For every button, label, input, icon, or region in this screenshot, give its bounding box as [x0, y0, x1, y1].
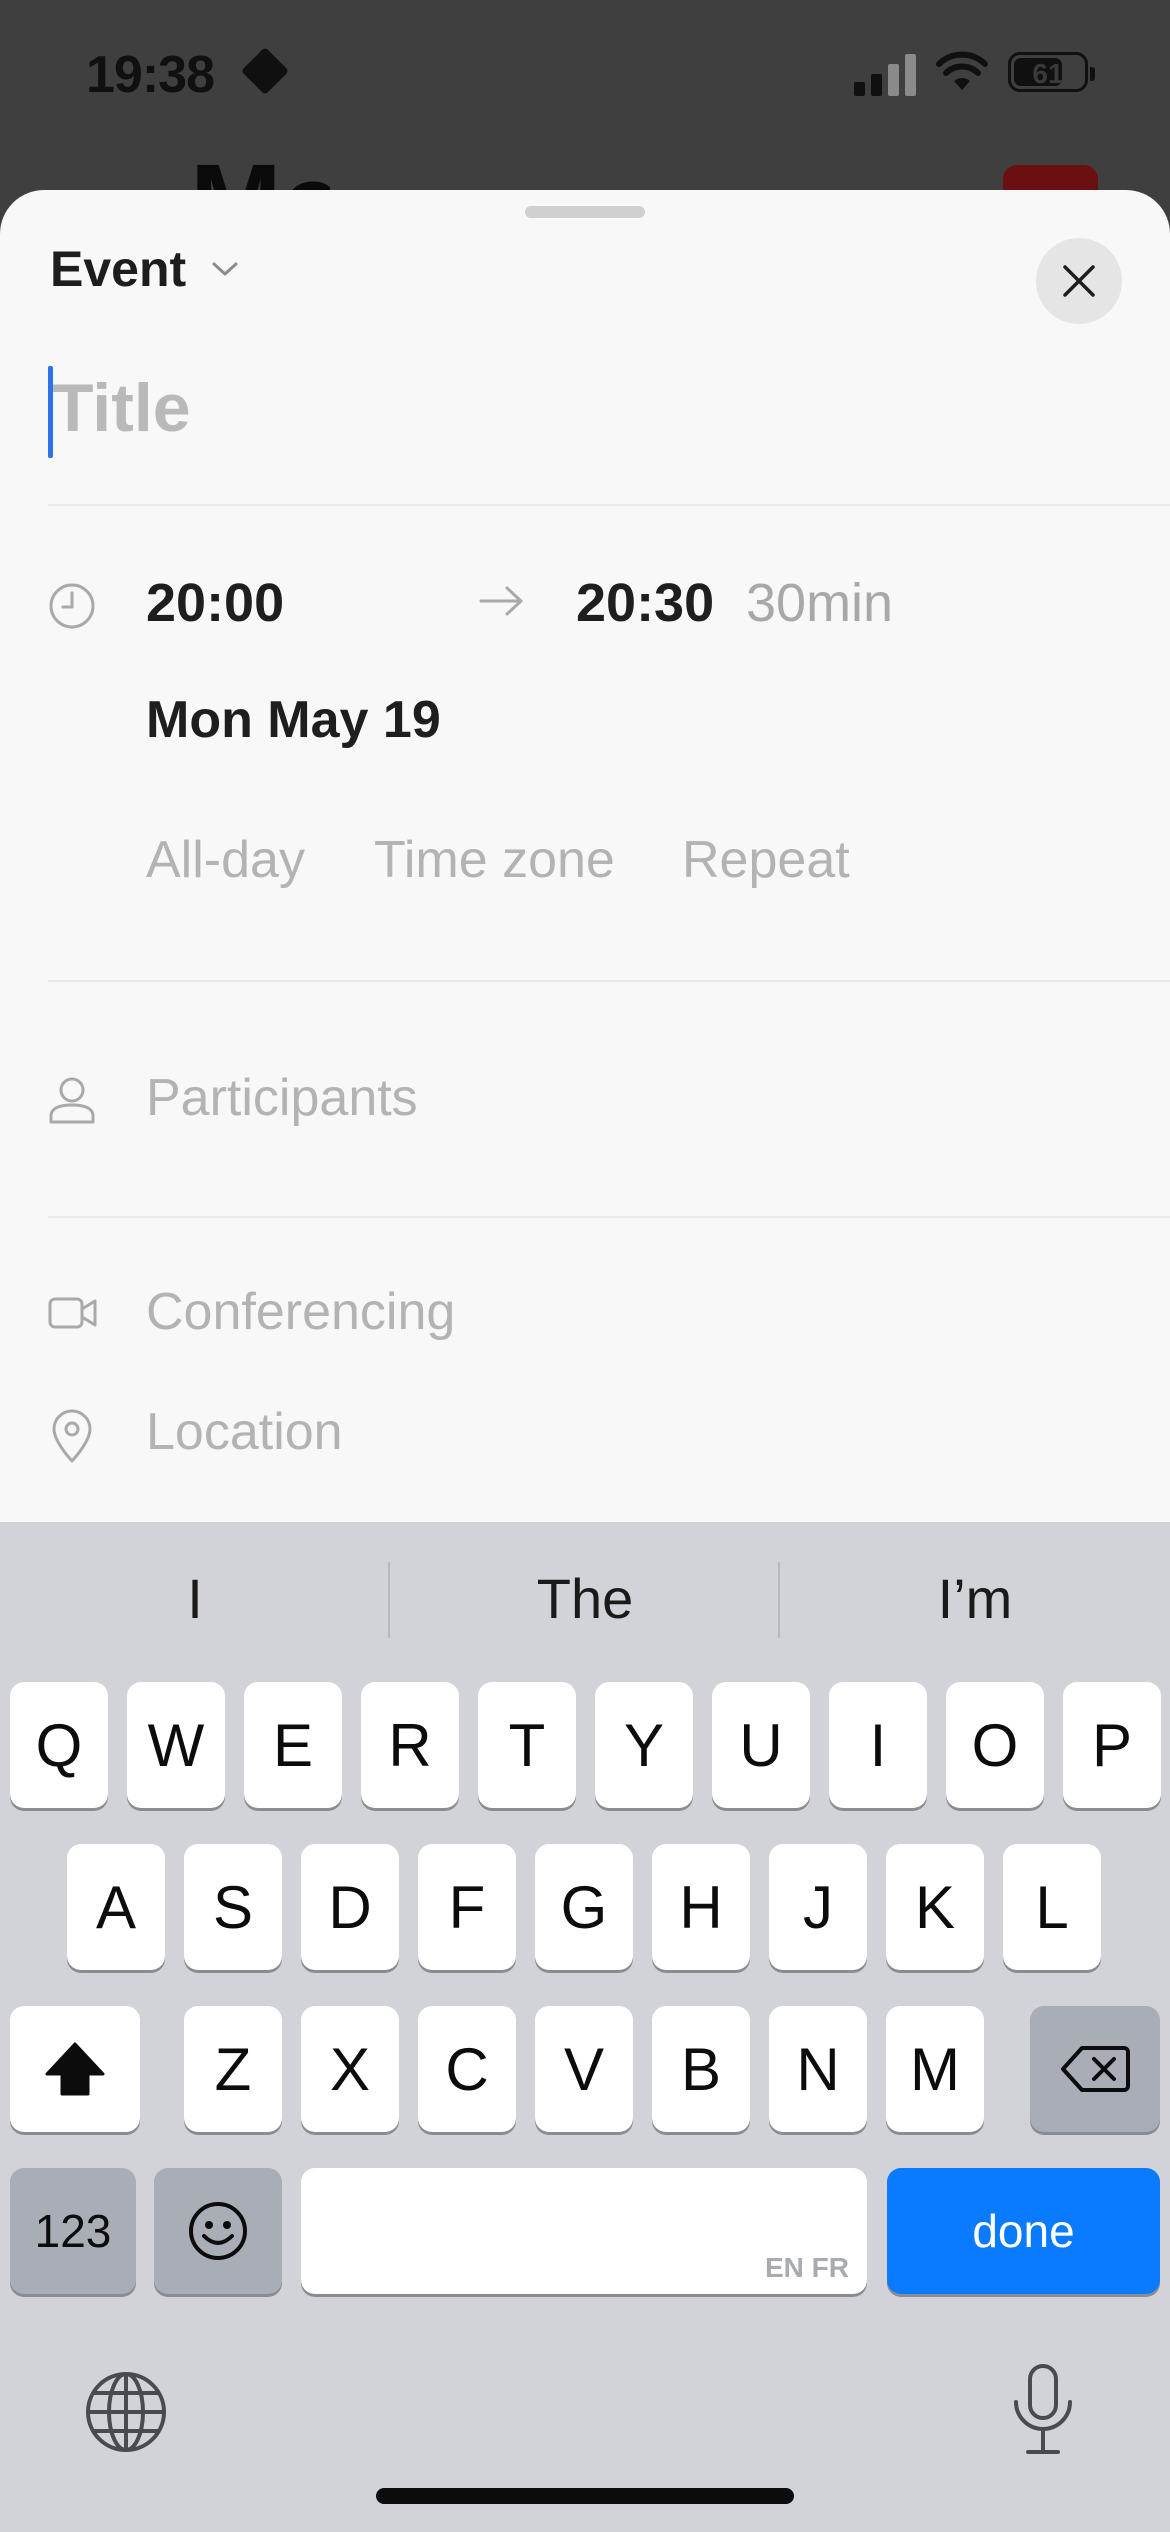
key-i[interactable]: I [829, 1682, 927, 1808]
location-pin-icon [52, 1409, 92, 1463]
key-g[interactable]: G [535, 1844, 633, 1970]
new-event-sheet: Event 20:00 20:30 30min Mon May 19 All-d… [0, 190, 1170, 1530]
done-key[interactable]: done [887, 2168, 1160, 2294]
key-r[interactable]: R [361, 1682, 459, 1808]
key-k[interactable]: K [886, 1844, 984, 1970]
time-zone-option[interactable]: Time zone [374, 830, 615, 890]
emoji-icon [189, 2202, 247, 2260]
key-s[interactable]: S [184, 1844, 282, 1970]
duration-label: 30min [746, 573, 894, 633]
space-bar[interactable]: EN FR [301, 2168, 867, 2294]
shift-icon [45, 2042, 105, 2096]
wifi-icon [936, 51, 988, 90]
close-icon [1063, 265, 1095, 297]
clock-icon [49, 583, 95, 629]
repeat-option[interactable]: Repeat [682, 830, 850, 890]
key-w[interactable]: W [127, 1682, 225, 1808]
location-field[interactable]: Location [146, 1402, 343, 1462]
keyboard-languages-label: EN FR [765, 2252, 849, 2283]
key-l[interactable]: L [1003, 1844, 1101, 1970]
suggestion-1[interactable]: I [0, 1566, 390, 1631]
suggestion-3[interactable]: I’m [780, 1566, 1170, 1631]
delete-key[interactable] [1030, 2006, 1160, 2132]
key-o[interactable]: O [946, 1682, 1044, 1808]
start-time[interactable]: 20:00 [146, 572, 284, 634]
key-d[interactable]: D [301, 1844, 399, 1970]
status-bar: 19:38 61 [0, 0, 1170, 150]
sheet-grabber[interactable] [525, 206, 645, 218]
person-icon [49, 1077, 95, 1124]
suggestion-2[interactable]: The [390, 1566, 780, 1631]
battery-level: 61 [1032, 58, 1064, 89]
key-b[interactable]: B [652, 2006, 750, 2132]
key-a[interactable]: A [67, 1844, 165, 1970]
all-day-toggle[interactable]: All-day [146, 830, 305, 890]
key-n[interactable]: N [769, 2006, 867, 2132]
key-x[interactable]: X [301, 2006, 399, 2132]
key-q[interactable]: Q [10, 1682, 108, 1808]
title-input[interactable] [52, 358, 1112, 458]
key-y[interactable]: Y [595, 1682, 693, 1808]
divider [48, 980, 1170, 982]
background-page-title-fragment: Me [190, 150, 330, 190]
battery-icon: 61 [1008, 52, 1095, 92]
key-f[interactable]: F [418, 1844, 516, 1970]
key-p[interactable]: P [1063, 1682, 1161, 1808]
video-camera-icon [48, 1297, 97, 1329]
text-caret [48, 366, 53, 458]
microphone-icon[interactable] [1010, 2362, 1076, 2458]
focus-mode-icon [240, 46, 290, 96]
divider [48, 1216, 1170, 1218]
close-button[interactable] [1036, 238, 1122, 324]
key-m[interactable]: M [886, 2006, 984, 2132]
key-c[interactable]: C [418, 2006, 516, 2132]
keyboard: I The I’m Q W E R T Y U I O P A S D F G … [0, 1522, 1170, 2532]
status-time: 19:38 [86, 46, 215, 104]
numbers-key[interactable]: 123 [10, 2168, 136, 2294]
key-e[interactable]: E [244, 1682, 342, 1808]
event-type-selector[interactable]: Event [50, 240, 186, 298]
arrow-right-icon [479, 586, 523, 616]
key-t[interactable]: T [478, 1682, 576, 1808]
key-h[interactable]: H [652, 1844, 750, 1970]
cellular-signal-icon [854, 52, 916, 96]
home-indicator[interactable] [376, 2488, 794, 2504]
divider [48, 504, 1170, 506]
event-date[interactable]: Mon May 19 [146, 690, 441, 750]
globe-icon[interactable] [84, 2370, 168, 2454]
conferencing-field[interactable]: Conferencing [146, 1282, 455, 1342]
key-u[interactable]: U [712, 1682, 810, 1808]
shift-key[interactable] [10, 2006, 140, 2132]
backspace-icon [1061, 2046, 1130, 2092]
key-z[interactable]: Z [184, 2006, 282, 2132]
key-v[interactable]: V [535, 2006, 633, 2132]
participants-field[interactable]: Participants [146, 1068, 418, 1128]
chevron-down-icon[interactable] [212, 262, 238, 276]
end-time[interactable]: 20:30 [576, 572, 714, 634]
key-j[interactable]: J [769, 1844, 867, 1970]
emoji-key[interactable] [154, 2168, 282, 2294]
